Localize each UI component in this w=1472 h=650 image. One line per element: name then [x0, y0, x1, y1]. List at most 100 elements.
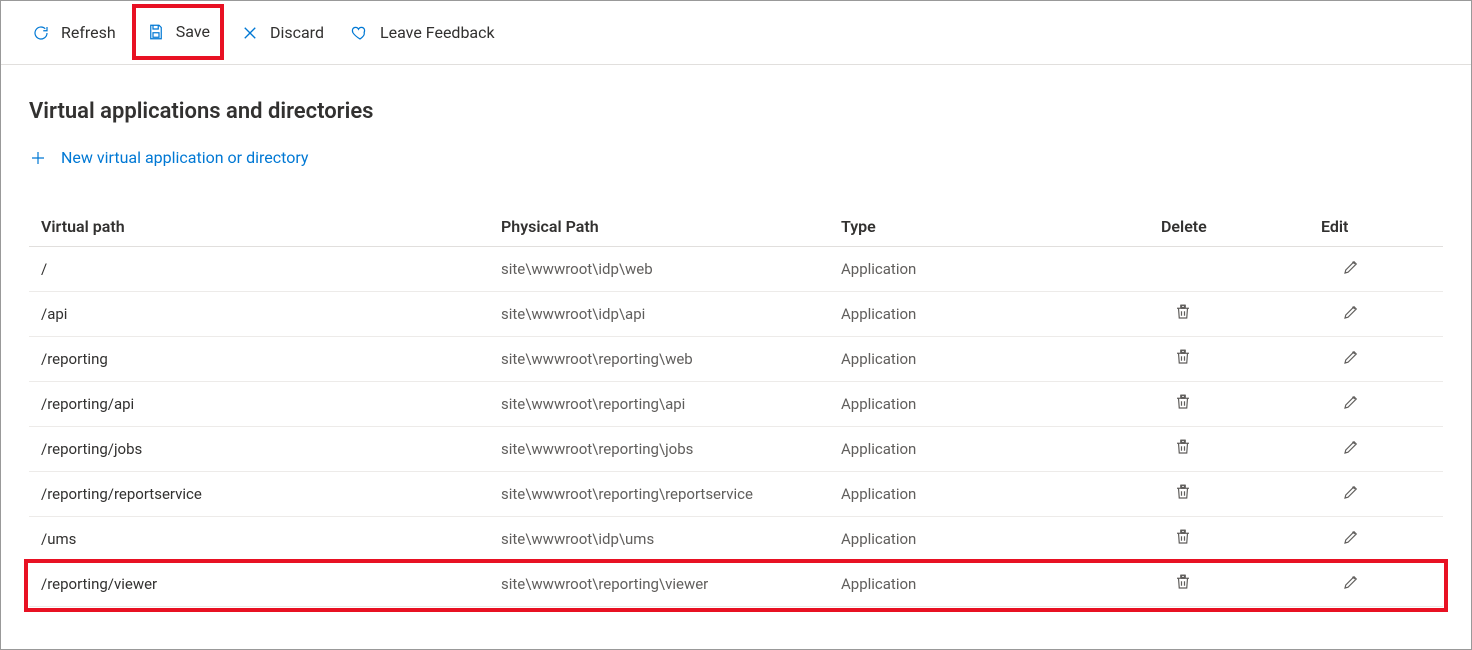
table-row: /reporting/reportservicesite\wwwroot\rep…: [29, 472, 1443, 517]
trash-icon: [1174, 573, 1192, 595]
cell-virtual-path: /: [41, 260, 501, 278]
add-virtual-app-button[interactable]: New virtual application or directory: [29, 148, 1443, 167]
table-row: /reportingsite\wwwroot\reporting\webAppl…: [29, 337, 1443, 382]
cell-physical-path: site\wwwroot\reporting\viewer: [501, 575, 841, 593]
delete-button[interactable]: [1167, 437, 1199, 461]
plus-icon: [29, 149, 47, 167]
toolbar: Refresh Save Discard: [1, 1, 1471, 65]
edit-button[interactable]: [1335, 392, 1367, 416]
cell-delete: [1161, 347, 1321, 371]
table-row: /apisite\wwwroot\idp\apiApplication: [29, 292, 1443, 337]
delete-button[interactable]: [1167, 527, 1199, 551]
delete-button[interactable]: [1167, 482, 1199, 506]
cell-type: Application: [841, 530, 1161, 548]
edit-button[interactable]: [1335, 527, 1367, 551]
save-icon: [146, 22, 166, 42]
cell-type: Application: [841, 575, 1161, 593]
leave-feedback-button[interactable]: Leave Feedback: [340, 17, 505, 49]
pencil-icon: [1342, 528, 1360, 550]
cell-physical-path: site\wwwroot\reporting\jobs: [501, 440, 841, 458]
cell-type: Application: [841, 305, 1161, 323]
cell-type: Application: [841, 485, 1161, 503]
col-virtual-path: Virtual path: [41, 217, 501, 236]
cell-virtual-path: /api: [41, 305, 501, 323]
trash-icon: [1174, 393, 1192, 415]
refresh-label: Refresh: [61, 23, 116, 42]
cell-edit: [1321, 572, 1431, 596]
col-type: Type: [841, 217, 1161, 236]
cell-delete: [1161, 482, 1321, 506]
cell-delete: [1161, 437, 1321, 461]
delete-button[interactable]: [1167, 347, 1199, 371]
discard-label: Discard: [270, 23, 324, 42]
discard-button[interactable]: Discard: [230, 17, 334, 49]
edit-button[interactable]: [1335, 437, 1367, 461]
cell-delete: [1161, 392, 1321, 416]
delete-button[interactable]: [1167, 572, 1199, 596]
cell-virtual-path: /reporting: [41, 350, 501, 368]
cell-edit: [1321, 347, 1431, 371]
edit-button[interactable]: [1335, 572, 1367, 596]
trash-icon: [1174, 348, 1192, 370]
trash-icon: [1174, 528, 1192, 550]
save-button[interactable]: Save: [132, 4, 224, 60]
cell-physical-path: site\wwwroot\reporting\web: [501, 350, 841, 368]
refresh-button[interactable]: Refresh: [21, 17, 126, 49]
cell-edit: [1321, 302, 1431, 326]
cell-type: Application: [841, 350, 1161, 368]
pencil-icon: [1342, 483, 1360, 505]
edit-button[interactable]: [1335, 482, 1367, 506]
table-row: /reporting/jobssite\wwwroot\reporting\jo…: [29, 427, 1443, 472]
pencil-icon: [1342, 258, 1360, 280]
table-row: /reporting/apisite\wwwroot\reporting\api…: [29, 382, 1443, 427]
feedback-label: Leave Feedback: [380, 23, 495, 42]
cell-delete: [1161, 302, 1321, 326]
pencil-icon: [1342, 303, 1360, 325]
pencil-icon: [1342, 438, 1360, 460]
cell-edit: [1321, 437, 1431, 461]
cell-physical-path: site\wwwroot\idp\ums: [501, 530, 841, 548]
app-window: Refresh Save Discard: [0, 0, 1472, 650]
page-title: Virtual applications and directories: [29, 99, 1443, 124]
cell-virtual-path: /ums: [41, 530, 501, 548]
cell-edit: [1321, 527, 1431, 551]
heart-icon: [350, 23, 370, 43]
content-area: Virtual applications and directories New…: [1, 65, 1471, 607]
cell-type: Application: [841, 395, 1161, 413]
cell-physical-path: site\wwwroot\idp\api: [501, 305, 841, 323]
table-row: /site\wwwroot\idp\webApplication: [29, 247, 1443, 292]
save-label: Save: [176, 22, 210, 41]
cell-edit: [1321, 482, 1431, 506]
edit-button[interactable]: [1335, 257, 1367, 281]
cell-physical-path: site\wwwroot\idp\web: [501, 260, 841, 278]
cell-physical-path: site\wwwroot\reporting\reportservice: [501, 485, 841, 503]
pencil-icon: [1342, 573, 1360, 595]
cell-type: Application: [841, 440, 1161, 458]
table-row: /umssite\wwwroot\idp\umsApplication: [29, 517, 1443, 562]
trash-icon: [1174, 303, 1192, 325]
close-icon: [240, 23, 260, 43]
edit-button[interactable]: [1335, 347, 1367, 371]
cell-delete: [1161, 527, 1321, 551]
col-edit: Edit: [1321, 217, 1431, 236]
cell-edit: [1321, 257, 1431, 281]
add-virtual-app-label: New virtual application or directory: [61, 148, 308, 167]
table-body: /site\wwwroot\idp\webApplication/apisite…: [29, 247, 1443, 607]
pencil-icon: [1342, 348, 1360, 370]
cell-virtual-path: /reporting/reportservice: [41, 485, 501, 503]
pencil-icon: [1342, 393, 1360, 415]
edit-button[interactable]: [1335, 302, 1367, 326]
delete-button[interactable]: [1167, 392, 1199, 416]
trash-icon: [1174, 438, 1192, 460]
table-header: Virtual path Physical Path Type Delete E…: [29, 207, 1443, 247]
table-row: /reporting/viewersite\wwwroot\reporting\…: [29, 562, 1443, 607]
cell-virtual-path: /reporting/viewer: [41, 575, 501, 593]
virtual-apps-table: Virtual path Physical Path Type Delete E…: [29, 207, 1443, 607]
cell-physical-path: site\wwwroot\reporting\api: [501, 395, 841, 413]
trash-icon: [1174, 483, 1192, 505]
delete-button[interactable]: [1167, 302, 1199, 326]
col-physical-path: Physical Path: [501, 217, 841, 236]
cell-virtual-path: /reporting/api: [41, 395, 501, 413]
col-delete: Delete: [1161, 217, 1321, 236]
cell-virtual-path: /reporting/jobs: [41, 440, 501, 458]
